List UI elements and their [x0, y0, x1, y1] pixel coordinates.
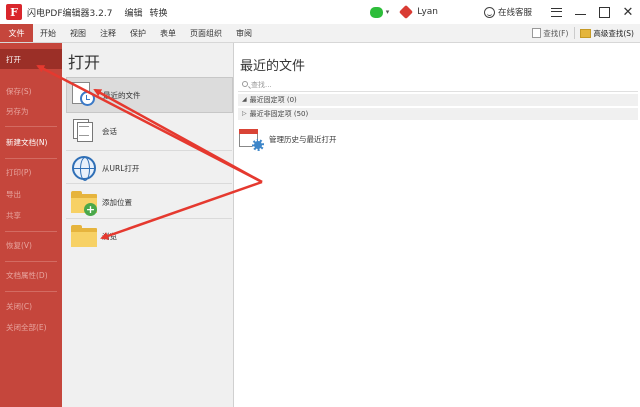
- open-item-recent-files[interactable]: 最近的文件: [66, 77, 233, 113]
- find-button[interactable]: 查找(F): [532, 28, 568, 39]
- expanded-triangle-icon: ◢: [242, 96, 247, 103]
- file-sidebar: 打开 保存(S) 另存为 新建文档(N) 打印(P) 导出 共享 恢复(V) 文…: [0, 43, 62, 407]
- recent-search-input[interactable]: 查找...: [238, 79, 638, 92]
- sidebar-divider: [5, 126, 57, 127]
- find-label: 查找(F): [543, 28, 569, 38]
- advanced-find-label: 高级查找(S): [593, 28, 634, 38]
- open-item-from-url[interactable]: 从URL打开: [66, 150, 233, 186]
- ribbon-tabs: 文件 开始 视图 注释 保护 表单 页面组织 审阅 查找(F) 高级查找(S): [0, 24, 640, 43]
- minimize-icon: [574, 13, 586, 15]
- title-menu: 编辑 转换: [124, 6, 167, 19]
- ribbon-right-tools: 查找(F) 高级查找(S): [532, 24, 640, 42]
- user-name[interactable]: Lyan: [417, 7, 438, 17]
- ribbon-divider: [574, 27, 576, 39]
- online-service-link[interactable]: 在线客服: [498, 6, 532, 18]
- app-title: 闪电PDF编辑器3.2.7: [27, 8, 113, 19]
- group-unpinned[interactable]: ▷ 最近非固定项 (50): [238, 108, 638, 120]
- tab-protect[interactable]: 保护: [123, 24, 153, 42]
- folder-icon: [69, 222, 97, 250]
- advanced-find-icon: [580, 28, 592, 38]
- recent-title: 最近的文件: [240, 59, 306, 74]
- sidebar-item-new-document[interactable]: 新建文档(N): [0, 132, 62, 152]
- group-unpinned-label: 最近非固定项 (50): [249, 110, 309, 118]
- tab-form[interactable]: 表单: [153, 24, 183, 42]
- sidebar-item-close[interactable]: 关闭(C): [0, 296, 62, 316]
- open-item-browse[interactable]: 浏览: [66, 218, 233, 254]
- sidebar-item-properties[interactable]: 文档属性(D): [0, 265, 62, 285]
- sidebar-item-print[interactable]: 打印(P): [0, 162, 62, 182]
- clock-icon: [70, 81, 98, 109]
- advanced-find-button[interactable]: 高级查找(S): [580, 28, 634, 39]
- manage-history-label: 管理历史与最近打开: [269, 134, 337, 144]
- sidebar-item-share[interactable]: 共享: [0, 205, 62, 225]
- sidebar-item-export[interactable]: 导出: [0, 184, 62, 204]
- calendar-gear-icon: [239, 127, 265, 151]
- globe-icon: [69, 154, 97, 182]
- group-pinned[interactable]: ◢ 最近固定项 (0): [238, 94, 638, 106]
- sidebar-item-close-all[interactable]: 关闭全部(E): [0, 317, 62, 337]
- recent-files-pane: 最近的文件 查找... ◢ 最近固定项 (0) ▷ 最近非固定项 (50) 管理…: [234, 43, 640, 407]
- open-item-label: 最近的文件: [103, 90, 141, 100]
- vip-heart-icon: [399, 4, 414, 20]
- open-item-label: 添加位置: [102, 197, 132, 207]
- tab-review[interactable]: 审阅: [229, 24, 259, 42]
- open-item-label: 浏览: [102, 231, 117, 241]
- service-icon[interactable]: [483, 6, 495, 18]
- sidebar-item-save[interactable]: 保存(S): [0, 81, 62, 101]
- menu-convert[interactable]: 转换: [149, 6, 167, 19]
- session-icon: [69, 117, 97, 145]
- open-panel: 打开 最近的文件 会话 从URL打开 + 添加位置 浏览: [62, 43, 234, 407]
- maximize-button[interactable]: [592, 0, 616, 24]
- find-icon: [532, 28, 542, 38]
- wechat-icon[interactable]: [369, 6, 383, 18]
- tab-file[interactable]: 文件: [0, 24, 33, 42]
- sidebar-item-revert[interactable]: 恢复(V): [0, 235, 62, 255]
- collapsed-triangle-icon: ▷: [242, 110, 247, 117]
- open-item-label: 从URL打开: [102, 163, 140, 173]
- sidebar-divider: [5, 158, 57, 159]
- manage-history-button[interactable]: 管理历史与最近打开: [239, 127, 337, 151]
- minimize-button[interactable]: [568, 0, 592, 24]
- menu-edit[interactable]: 编辑: [124, 6, 142, 19]
- tab-page-organize[interactable]: 页面组织: [183, 24, 229, 42]
- tab-view[interactable]: 视图: [63, 24, 93, 42]
- chevron-down-icon[interactable]: ▾: [386, 8, 390, 16]
- close-icon: ✕: [622, 4, 634, 20]
- open-item-session[interactable]: 会话: [66, 113, 233, 149]
- close-button[interactable]: ✕: [616, 0, 640, 24]
- folder-add-icon: +: [69, 188, 97, 216]
- search-placeholder: 查找...: [251, 81, 272, 89]
- hamburger-icon: [550, 7, 562, 17]
- sidebar-divider: [5, 291, 57, 292]
- menu-button[interactable]: [544, 0, 568, 24]
- title-bar: F 闪电PDF编辑器3.2.7 编辑 转换 ▾ Lyan 在线客服 ✕: [0, 0, 640, 24]
- title-bar-right: ▾ Lyan 在线客服 ✕: [369, 0, 640, 24]
- maximize-icon: [598, 6, 610, 18]
- sidebar-divider: [5, 231, 57, 232]
- sidebar-divider: [5, 261, 57, 262]
- tab-comment[interactable]: 注释: [93, 24, 123, 42]
- open-item-label: 会话: [102, 126, 117, 136]
- open-item-add-location[interactable]: + 添加位置: [66, 184, 233, 220]
- sidebar-item-save-as[interactable]: 另存为: [0, 101, 62, 121]
- group-pinned-label: 最近固定项 (0): [249, 96, 297, 104]
- panel-title: 打开: [68, 53, 101, 72]
- app-logo-icon: F: [6, 4, 22, 20]
- search-icon: [242, 81, 248, 87]
- tab-home[interactable]: 开始: [33, 24, 63, 42]
- sidebar-item-open[interactable]: 打开: [0, 49, 62, 69]
